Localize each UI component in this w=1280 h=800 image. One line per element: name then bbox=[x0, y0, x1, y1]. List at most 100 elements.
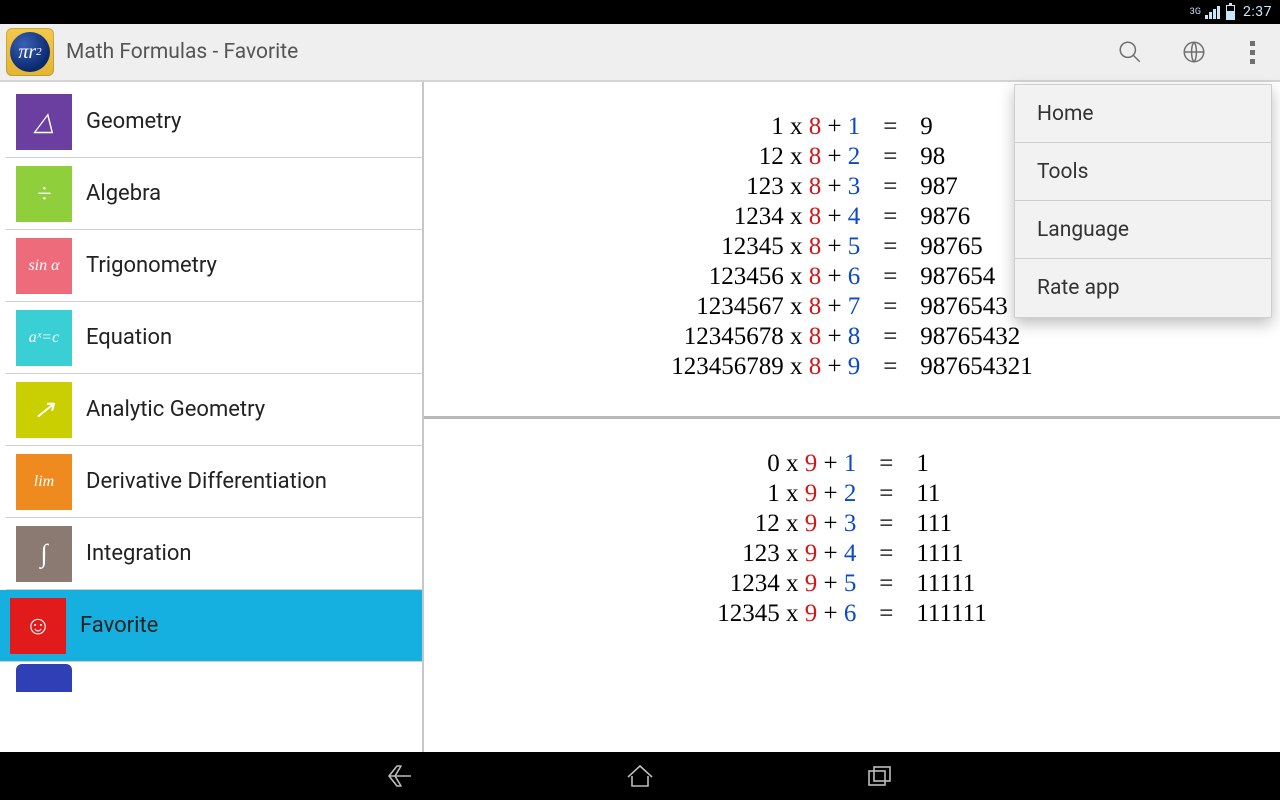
formula-table: 0 x 9 + 1=11 x 9 + 2=1112 x 9 + 3=111123… bbox=[707, 449, 996, 629]
sidebar-item-label: Integration bbox=[86, 541, 192, 566]
menu-item-tools[interactable]: Tools bbox=[1015, 143, 1271, 201]
formula-lhs: 1234 x 8 + 4 bbox=[661, 202, 870, 232]
formula-row: 12 x 8 + 2=98 bbox=[661, 142, 1043, 172]
menu-item-home[interactable]: Home bbox=[1015, 85, 1271, 143]
app-icon-text: πr bbox=[18, 41, 36, 64]
sidebar-item-label: Algebra bbox=[86, 181, 161, 206]
formula-lhs: 123 x 9 + 4 bbox=[707, 539, 866, 569]
sidebar-item-label: Favorite bbox=[80, 613, 158, 638]
formula-row: 123456789 x 8 + 9=987654321 bbox=[661, 352, 1043, 382]
equals-sign: = bbox=[866, 569, 906, 599]
formula-row: 0 x 9 + 1=1 bbox=[707, 449, 996, 479]
equals-sign: = bbox=[870, 172, 910, 202]
sidebar-item-label: Derivative Differentiation bbox=[86, 469, 327, 494]
category-icon: ☺ bbox=[10, 598, 66, 654]
page-title: Math Formulas - Favorite bbox=[66, 40, 1092, 64]
sidebar-item-integration[interactable]: ∫Integration bbox=[6, 518, 422, 590]
equals-sign: = bbox=[870, 202, 910, 232]
sidebar-item-analytic-geometry[interactable]: ↗ Analytic Geometry bbox=[6, 374, 422, 446]
sidebar-item-geometry[interactable]: △ Geometry bbox=[6, 86, 422, 158]
formula-rhs: 111 bbox=[906, 509, 996, 539]
recent-apps-button[interactable] bbox=[850, 756, 910, 796]
sidebar-item-label: Equation bbox=[86, 325, 172, 350]
formula-lhs: 123456 x 8 + 6 bbox=[661, 262, 870, 292]
formula-row: 12 x 9 + 3=111 bbox=[707, 509, 996, 539]
system-nav-bar bbox=[0, 752, 1280, 800]
formula-block: 0 x 9 + 1=11 x 9 + 2=1112 x 9 + 3=111123… bbox=[424, 416, 1280, 663]
formula-rhs: 1 bbox=[906, 449, 996, 479]
equals-sign: = bbox=[866, 539, 906, 569]
formula-lhs: 12 x 8 + 2 bbox=[661, 142, 870, 172]
signal-icon bbox=[1205, 5, 1220, 19]
sidebar-item-next[interactable] bbox=[6, 662, 422, 694]
equals-sign: = bbox=[870, 322, 910, 352]
formula-row: 1234 x 9 + 5=11111 bbox=[707, 569, 996, 599]
formula-lhs: 12345678 x 8 + 8 bbox=[661, 322, 870, 352]
sidebar-item-favorite[interactable]: ☺ Favorite bbox=[0, 590, 422, 662]
app-icon-sup: 2 bbox=[36, 46, 42, 58]
overflow-menu-icon[interactable] bbox=[1232, 26, 1272, 78]
formula-row: 123 x 9 + 4=1111 bbox=[707, 539, 996, 569]
formula-lhs: 12345 x 8 + 5 bbox=[661, 232, 870, 262]
equals-sign: = bbox=[870, 292, 910, 322]
battery-icon bbox=[1226, 5, 1235, 20]
category-icon: ↗ bbox=[16, 382, 72, 438]
category-icon: aˣ=c bbox=[16, 310, 72, 366]
formula-rhs: 1111 bbox=[906, 539, 996, 569]
formula-lhs: 0 x 9 + 1 bbox=[707, 449, 866, 479]
sidebar-item-label: Geometry bbox=[86, 109, 181, 134]
equals-sign: = bbox=[870, 232, 910, 262]
formula-rhs: 11 bbox=[906, 479, 996, 509]
formula-rhs: 11111 bbox=[906, 569, 996, 599]
formula-lhs: 1 x 9 + 2 bbox=[707, 479, 866, 509]
menu-item-rate-app[interactable]: Rate app bbox=[1015, 259, 1271, 317]
category-icon: sin α bbox=[16, 238, 72, 294]
category-sidebar[interactable]: △ Geometry ÷Algebra sin α Trigonometry aˣ=c Eq… bbox=[0, 82, 424, 752]
formula-row: 1234567 x 8 + 7=9876543 bbox=[661, 292, 1043, 322]
equals-sign: = bbox=[870, 112, 910, 142]
formula-rhs: 98765432 bbox=[910, 322, 1043, 352]
app-icon[interactable]: πr2 bbox=[6, 28, 54, 76]
equals-sign: = bbox=[866, 449, 906, 479]
formula-row: 12345 x 8 + 5=98765 bbox=[661, 232, 1043, 262]
equals-sign: = bbox=[866, 509, 906, 539]
formula-rhs: 987654321 bbox=[910, 352, 1043, 382]
menu-item-language[interactable]: Language bbox=[1015, 201, 1271, 259]
formula-row: 1 x 8 + 1=9 bbox=[661, 112, 1043, 142]
category-icon bbox=[16, 664, 72, 692]
formula-row: 1 x 9 + 2=11 bbox=[707, 479, 996, 509]
sidebar-item-equation[interactable]: aˣ=c Equation bbox=[6, 302, 422, 374]
sidebar-item-derivative-differentiation[interactable]: lim Derivative Differentiation bbox=[6, 446, 422, 518]
equals-sign: = bbox=[870, 352, 910, 382]
home-button[interactable] bbox=[610, 756, 670, 796]
category-icon: lim bbox=[16, 454, 72, 510]
equals-sign: = bbox=[866, 479, 906, 509]
formula-row: 123456 x 8 + 6=987654 bbox=[661, 262, 1043, 292]
formula-lhs: 123456789 x 8 + 9 bbox=[661, 352, 870, 382]
formula-lhs: 12345 x 9 + 6 bbox=[707, 599, 866, 629]
sidebar-item-label: Analytic Geometry bbox=[86, 397, 265, 422]
formula-row: 123 x 8 + 3=987 bbox=[661, 172, 1043, 202]
network-type-label: 3G bbox=[1190, 8, 1201, 17]
formula-lhs: 1234567 x 8 + 7 bbox=[661, 292, 870, 322]
globe-icon[interactable] bbox=[1168, 26, 1220, 78]
formula-row: 12345678 x 8 + 8=98765432 bbox=[661, 322, 1043, 352]
equals-sign: = bbox=[870, 262, 910, 292]
search-icon[interactable] bbox=[1104, 26, 1156, 78]
formula-table: 1 x 8 + 1=912 x 8 + 2=98123 x 8 + 3=9871… bbox=[661, 112, 1043, 382]
sidebar-item-trigonometry[interactable]: sin α Trigonometry bbox=[6, 230, 422, 302]
formula-lhs: 123 x 8 + 3 bbox=[661, 172, 870, 202]
formula-rhs: 111111 bbox=[906, 599, 996, 629]
status-clock: 2:37 bbox=[1243, 4, 1272, 20]
overflow-menu: HomeToolsLanguageRate app bbox=[1014, 84, 1272, 318]
formula-row: 12345 x 9 + 6=111111 bbox=[707, 599, 996, 629]
status-bar: 3G 2:37 bbox=[0, 0, 1280, 24]
category-icon: △ bbox=[16, 94, 72, 150]
back-button[interactable] bbox=[370, 756, 430, 796]
equals-sign: = bbox=[870, 142, 910, 172]
sidebar-item-label: Trigonometry bbox=[86, 253, 217, 278]
sidebar-item-algebra[interactable]: ÷Algebra bbox=[6, 158, 422, 230]
formula-lhs: 12 x 9 + 3 bbox=[707, 509, 866, 539]
formula-row: 1234 x 8 + 4=9876 bbox=[661, 202, 1043, 232]
formula-lhs: 1234 x 9 + 5 bbox=[707, 569, 866, 599]
